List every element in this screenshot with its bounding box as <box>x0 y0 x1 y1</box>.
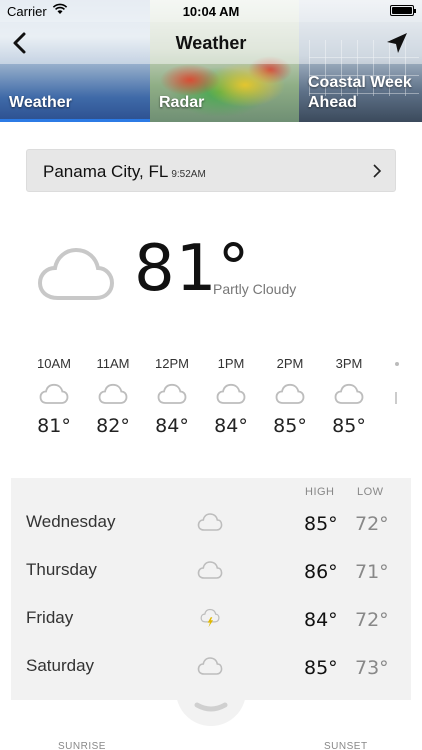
hour-time: 1PM <box>217 356 245 371</box>
hour-item: 10AM 81° <box>24 356 84 437</box>
hour-temp: 82° <box>96 415 130 437</box>
next-hour-peek <box>395 362 399 366</box>
day-name: Friday <box>26 608 74 627</box>
tile-ahead-label: Ahead <box>308 94 357 111</box>
hour-temp: 81° <box>37 415 71 437</box>
hour-temp: 85° <box>332 415 366 437</box>
cloud-icon <box>197 657 223 675</box>
status-time: 10:04 AM <box>182 4 240 19</box>
day-low: 72° <box>355 513 389 535</box>
hour-item: 2PM 85° <box>260 356 320 437</box>
day-name: Thursday <box>26 560 97 579</box>
day-name: Wednesday <box>26 512 116 531</box>
header-area: Weather Radar Coastal Week Ahead Carrier… <box>0 0 422 122</box>
current-condition: Partly Cloudy <box>213 281 297 297</box>
hourly-forecast[interactable]: 10AM 81° 11AM 82° 12PM 84° 1PM 84° 2PM 8… <box>0 356 422 456</box>
expand-forecast-button[interactable] <box>176 690 246 726</box>
tile-weather-label: Weather <box>9 94 72 111</box>
day-row[interactable]: Wednesday 85° 72° <box>11 500 411 548</box>
location-arrow-icon[interactable] <box>386 32 408 54</box>
day-row[interactable]: Thursday 86° 71° <box>11 548 411 596</box>
hour-item: 12PM 84° <box>142 356 202 437</box>
tile-ahead-top-label: Coastal Week <box>308 74 412 91</box>
hour-time: 11AM <box>96 356 130 371</box>
cloud-icon <box>38 247 114 300</box>
cloud-icon <box>197 561 223 579</box>
cloud-icon <box>197 513 223 531</box>
day-name: Saturday <box>26 656 95 675</box>
next-hour-peek-icon <box>395 392 397 404</box>
day-low: 71° <box>355 561 389 583</box>
location-city-name: Panama City, FL <box>43 162 169 181</box>
location-updated-time: 9:52AM <box>171 169 206 180</box>
day-high: 85° <box>304 657 338 679</box>
hour-time: 3PM <box>335 356 363 371</box>
hour-temp: 84° <box>155 415 189 437</box>
hour-item: 1PM 84° <box>201 356 261 437</box>
daily-forecast: HIGH LOW Wednesday 85° 72° Thursday 86° … <box>11 478 411 700</box>
cloud-icon <box>216 383 246 404</box>
hour-time: 2PM <box>276 356 304 371</box>
day-high: 84° <box>304 609 338 631</box>
sunset-label: SUNSET <box>324 741 368 750</box>
cloud-icon <box>98 383 128 404</box>
hour-temp: 85° <box>273 415 307 437</box>
cloud-icon <box>275 383 305 404</box>
day-row[interactable]: Friday 84° 72° <box>11 596 411 644</box>
location-city: Panama City, FL 9:52AM <box>43 162 206 182</box>
hour-temp: 84° <box>214 415 248 437</box>
high-column-header: HIGH <box>305 486 335 498</box>
cloud-icon <box>334 383 364 404</box>
location-selector[interactable]: Panama City, FL 9:52AM <box>26 149 396 192</box>
hour-item: 3PM 85° <box>319 356 379 437</box>
chevron-right-icon <box>373 164 382 178</box>
hour-time: 12PM <box>155 356 189 371</box>
status-bar: Carrier 10:04 AM <box>0 0 422 22</box>
cloud-icon <box>157 383 187 404</box>
day-high: 86° <box>304 561 338 583</box>
day-row[interactable]: Saturday 85° 73° <box>11 644 411 692</box>
page-title: Weather <box>175 33 247 53</box>
hour-time: 10AM <box>37 356 71 371</box>
tile-radar-label: Radar <box>159 94 205 111</box>
battery-icon <box>390 5 416 16</box>
sunrise-label: SUNRISE <box>58 741 106 750</box>
low-column-header: LOW <box>357 486 384 498</box>
hour-item: 11AM 82° <box>83 356 143 437</box>
thunderstorm-icon <box>200 608 220 628</box>
day-low: 73° <box>355 657 389 679</box>
chevron-down-icon <box>194 702 228 712</box>
day-high: 85° <box>304 513 338 535</box>
cloud-icon <box>39 383 69 404</box>
day-low: 72° <box>355 609 389 631</box>
nav-bar: Weather <box>0 22 422 64</box>
active-tile-indicator <box>0 119 150 122</box>
